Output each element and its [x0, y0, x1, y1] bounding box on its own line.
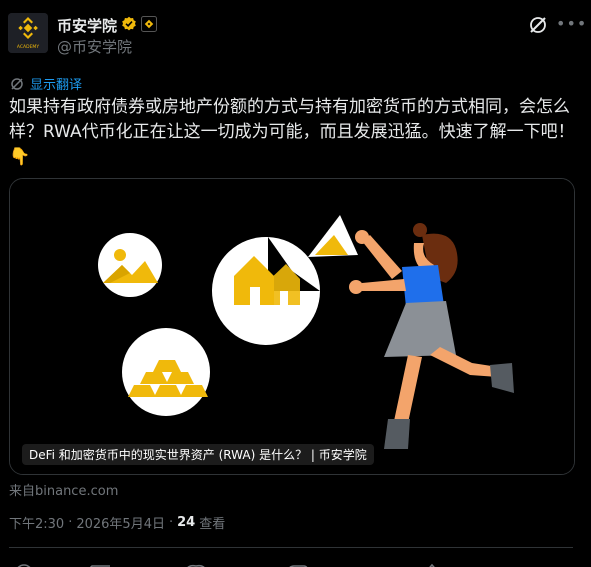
verified-badge-icon[interactable] [121, 16, 137, 36]
card-source[interactable]: 来自binance.com [9, 480, 118, 499]
action-row [0, 556, 591, 567]
binance-logo-icon: ACADEMY [8, 13, 48, 53]
views-label: 查看 [199, 517, 226, 532]
affiliate-badge-icon[interactable] [141, 15, 158, 36]
card-illustration [10, 179, 574, 474]
tweet-meta: 下午2:30 · 2026年5月4日 · 24 查看 [9, 513, 225, 532]
avatar[interactable]: ACADEMY [8, 13, 48, 53]
author-handle[interactable]: @币安学院 [57, 36, 132, 57]
author-name-row: 币安学院 [57, 15, 158, 36]
tweet-date[interactable]: 2026年5月4日 [76, 513, 165, 532]
more-options-icon[interactable]: ••• [556, 13, 586, 35]
card-caption[interactable]: DeFi 和加密货币中的现实世界资产 (RWA) 是什么？ | 币安学院 [22, 444, 374, 465]
tweet-time[interactable]: 下午2:30 [9, 513, 64, 532]
display-name[interactable]: 币安学院 [57, 15, 117, 36]
gold-bars-icon [122, 328, 210, 416]
meta-separator: · [168, 515, 174, 530]
grok-icon[interactable] [527, 14, 549, 36]
divider [9, 547, 573, 548]
views-count: 24 [177, 515, 196, 530]
meta-separator: · [68, 515, 73, 530]
translate-label[interactable]: 显示翻译 [30, 74, 82, 93]
link-card[interactable]: DeFi 和加密货币中的现实世界资产 (RWA) 是什么？ | 币安学院 [9, 178, 575, 475]
translate-link[interactable]: 显示翻译 [10, 74, 82, 93]
avatar-text: ACADEMY [17, 44, 39, 50]
image-frame-icon [98, 233, 162, 297]
tweet-text: 如果持有政府债券或房地产份额的方式与持有加密货币的方式相同，会怎么样？RWA代币… [9, 97, 575, 167]
translate-icon [11, 77, 23, 90]
